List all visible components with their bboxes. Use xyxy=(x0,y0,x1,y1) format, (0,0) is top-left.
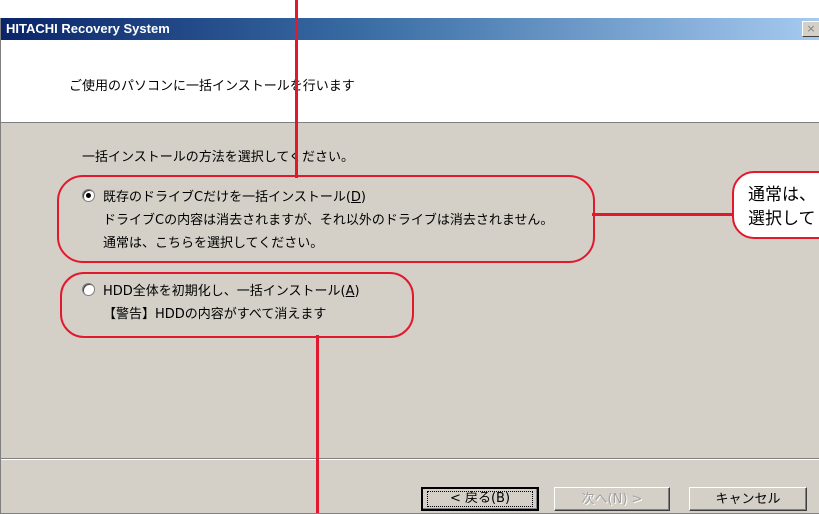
window-title: HITACHI Recovery System xyxy=(6,21,170,36)
next-button[interactable]: 次へ(N) > xyxy=(554,487,670,511)
back-button[interactable]: < 戻る(B) xyxy=(421,487,539,511)
annotation-line-bottom xyxy=(316,335,319,513)
header-panel: ご使用のパソコンに一括インストールを行います xyxy=(1,40,819,123)
button-separator xyxy=(1,458,819,460)
close-icon: × xyxy=(806,22,816,35)
cancel-button[interactable]: キャンセル xyxy=(689,487,807,511)
recovery-dialog: HITACHI Recovery System × ご使用のパソコンに一括インス… xyxy=(0,18,819,514)
header-text: ご使用のパソコンに一括インストールを行います xyxy=(69,79,355,94)
annotation-bubble-line2: 選択して xyxy=(748,209,816,229)
annotation-bubble: 通常は、 選択して xyxy=(732,171,819,239)
annotation-bubble-line1: 通常は、 xyxy=(748,185,816,205)
close-button[interactable]: × xyxy=(802,21,819,37)
annotation-line-top xyxy=(295,0,298,178)
annotation-circle-option2 xyxy=(60,272,414,338)
instruction-text: 一括インストールの方法を選択してください。 xyxy=(82,150,354,165)
title-bar[interactable]: HITACHI Recovery System × xyxy=(1,18,819,40)
annotation-line-right xyxy=(592,213,734,216)
annotation-circle-option1 xyxy=(57,175,595,263)
